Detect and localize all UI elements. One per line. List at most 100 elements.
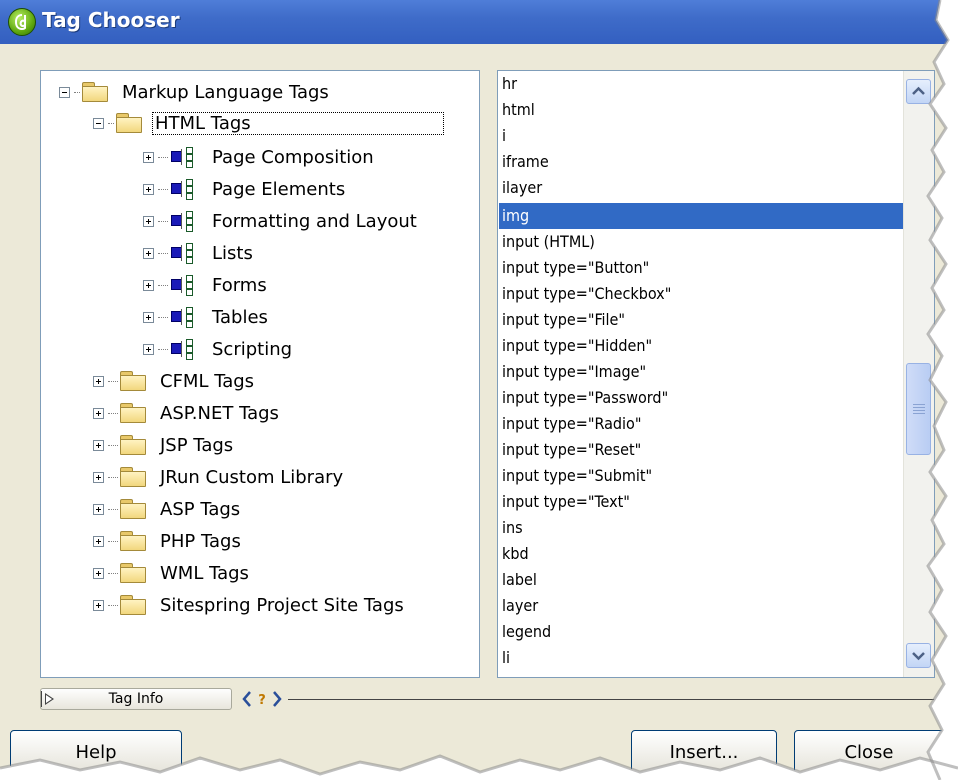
insert-button[interactable]: Insert... [631,730,777,776]
list-item[interactable]: ins [502,515,523,541]
tag-set-icon [170,274,196,296]
list-item[interactable]: input type="Image" [502,359,646,385]
expand-icon[interactable] [143,279,154,291]
expand-icon[interactable] [93,535,104,547]
svg-text:?: ? [258,693,266,708]
tree-node-aspnet-tags[interactable]: ASP.NET Tags [93,398,279,428]
list-item[interactable]: input type="Reset" [502,437,641,463]
tree-node-page-elements[interactable]: Page Elements [143,174,345,204]
tree-node-html-tags[interactable]: HTML Tags [93,108,444,138]
tree-node-label: Formatting and Layout [212,210,417,232]
folder-icon [120,435,146,455]
tag-info-button[interactable]: Tag Info [40,688,232,710]
collapse-icon[interactable] [93,117,104,129]
tag-info-bar: Tag Info ? [40,688,950,712]
chevron-up-icon [912,86,925,95]
list-item[interactable]: input type="Radio" [502,411,641,437]
expand-icon[interactable] [143,311,154,323]
scrollbar-thumb[interactable] [906,363,931,455]
tree-node-label: JRun Custom Library [160,466,344,488]
expand-icon[interactable] [93,407,104,419]
expand-icon[interactable] [143,215,154,227]
tree-node-jsp-tags[interactable]: JSP Tags [93,430,233,460]
tree-node-label: CFML Tags [160,370,255,392]
list-item[interactable]: input type="Password" [502,385,668,411]
tree-node-lists[interactable]: Lists [143,238,253,268]
list-item-selected[interactable]: img [499,203,904,229]
tree-node-label: HTML Tags [152,111,444,135]
list-item[interactable]: ilayer [502,175,542,201]
expand-icon[interactable] [93,567,104,579]
tree-node-forms[interactable]: Forms [143,270,267,300]
collapse-icon[interactable] [59,86,70,98]
folder-icon [120,595,146,615]
scroll-down-button[interactable] [906,643,931,668]
tree-node-label: Markup Language Tags [122,81,329,103]
list-item[interactable]: kbd [502,541,529,567]
expand-icon[interactable] [93,375,104,387]
expand-icon[interactable] [93,439,104,451]
list-item[interactable]: hr [502,71,517,97]
list-item[interactable]: input type="Submit" [502,463,652,489]
tree-node-tables[interactable]: Tables [143,302,268,332]
close-button[interactable]: Close [794,730,944,776]
tag-list[interactable]: hr html i iframe ilayer img input (HTML)… [497,70,935,678]
list-item[interactable]: iframe [502,149,549,175]
list-item[interactable]: label [502,567,537,593]
expand-icon[interactable] [143,183,154,195]
tree-node-jrun-custom-library[interactable]: JRun Custom Library [93,462,343,492]
list-item[interactable]: input type="Button" [502,255,649,281]
expand-icon[interactable] [93,471,104,483]
tree-node-sitespring-project-site-tags[interactable]: Sitespring Project Site Tags [93,590,404,620]
tree-node-label: PHP Tags [160,530,241,552]
list-item[interactable]: html [502,97,535,123]
tree-node-label: Sitespring Project Site Tags [160,594,404,616]
tree-node-cfml-tags[interactable]: CFML Tags [93,366,254,396]
list-item[interactable]: input type="File" [502,307,625,333]
expand-icon[interactable] [93,599,104,611]
tag-chooser-dialog: Tag Chooser Markup Language Tags HTML Ta… [0,0,958,780]
chevron-down-icon [912,652,925,661]
tree-node-label: Page Composition [212,146,374,168]
vertical-scrollbar[interactable] [903,71,934,677]
list-item[interactable]: legend [502,619,551,645]
folder-icon [120,499,146,519]
tree-node-php-tags[interactable]: PHP Tags [93,526,241,556]
tree-node-formatting-and-layout[interactable]: Formatting and Layout [143,206,417,236]
title-bar[interactable]: Tag Chooser [0,0,958,44]
list-item[interactable]: input type="Checkbox" [502,281,671,307]
dreamweaver-app-icon [8,8,36,36]
list-item[interactable]: input type="Hidden" [502,333,652,359]
tag-set-icon [170,146,196,168]
tag-set-icon [170,306,196,328]
open-folder-icon [116,113,142,133]
tree-node-label: Tables [212,306,268,328]
tag-set-icon [170,178,196,200]
tree-node-asp-tags[interactable]: ASP Tags [93,494,240,524]
list-item[interactable]: input (HTML) [502,229,595,255]
tree-node-label: Lists [212,242,253,264]
tree-node-markup-language-tags[interactable]: Markup Language Tags [59,77,329,107]
list-item[interactable]: li [502,645,510,671]
open-folder-icon [82,82,108,102]
expand-icon[interactable] [143,247,154,259]
tree-node-page-composition[interactable]: Page Composition [143,142,374,172]
tag-category-tree[interactable]: Markup Language Tags HTML Tags Page Comp… [40,70,480,678]
tag-set-icon [170,242,196,264]
expand-icon[interactable] [143,151,154,163]
folder-icon [120,403,146,423]
list-item[interactable]: input type="Text" [502,489,630,515]
list-item[interactable]: layer [502,593,538,619]
expand-icon[interactable] [93,503,104,515]
tree-node-scripting[interactable]: Scripting [143,334,292,364]
expand-arrow-icon [45,693,54,705]
help-button[interactable]: Help [10,730,182,776]
tree-node-wml-tags[interactable]: WML Tags [93,558,249,588]
list-item[interactable]: i [502,123,506,149]
window-title: Tag Chooser [42,8,180,32]
tree-node-label: WML Tags [160,562,249,584]
tree-node-label: ASP Tags [160,498,241,520]
reference-icon[interactable]: ? [242,688,282,710]
expand-icon[interactable] [143,343,154,355]
scroll-up-button[interactable] [906,79,931,104]
